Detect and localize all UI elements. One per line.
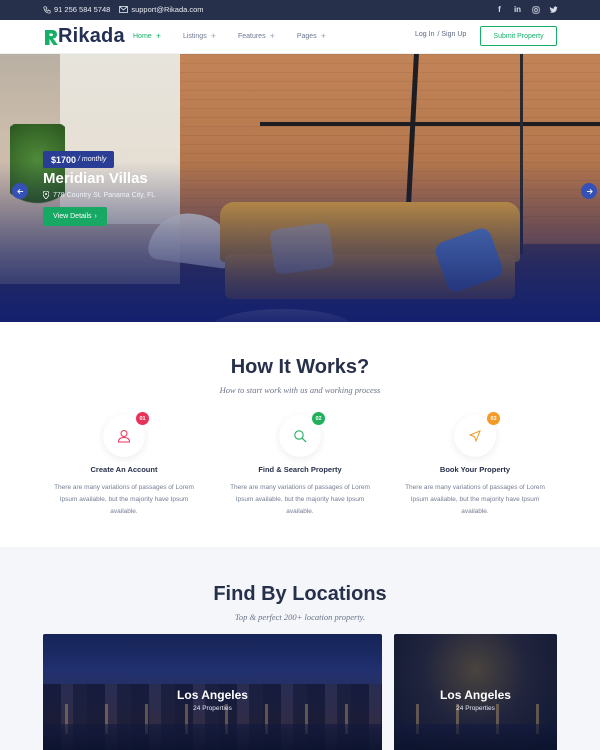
email-contact[interactable]: support@Rikada.com: [119, 5, 204, 14]
location-name: Los Angeles: [177, 688, 248, 702]
address-text: 778 Country St. Panama City, FL: [53, 191, 156, 199]
phone-contact[interactable]: 91 256 584 5748: [43, 5, 110, 14]
step-title: Book Your Property: [439, 465, 511, 474]
email-address: support@Rikada.com: [131, 5, 204, 14]
plus-icon: +: [155, 31, 161, 41]
step-book-property: 03 Book Your Property There are many var…: [390, 412, 560, 518]
plus-icon: +: [210, 31, 216, 41]
property-address: 778 Country St. Panama City, FL: [43, 191, 155, 199]
mail-icon: [119, 6, 129, 13]
step-find-search: 02 Find & Search Property There are many…: [215, 412, 385, 518]
slider-prev-button[interactable]: [12, 183, 28, 199]
nav-label: Listings: [182, 32, 207, 40]
nav-item-home[interactable]: Home +: [133, 31, 161, 41]
nav-label: Pages: [296, 32, 317, 40]
instagram-icon[interactable]: [531, 4, 540, 15]
step-description: There are many variations of passages of…: [54, 484, 194, 515]
step-description: There are many variations of passages of…: [405, 484, 545, 515]
price-value: $1700: [51, 154, 77, 165]
location-count: 24 Properties: [456, 705, 495, 712]
nav-item-listings[interactable]: Listings +: [183, 31, 216, 41]
step-create-account: 01 Create An Account There are many vari…: [39, 412, 209, 518]
auth-links: Log In / Sign Up: [415, 31, 466, 38]
price-period: / monthly: [78, 156, 107, 163]
cursor-icon: [469, 430, 481, 442]
hero-overlay: [0, 54, 600, 322]
logo-mark-icon: [45, 29, 58, 45]
location-name: Los Angeles: [440, 688, 511, 702]
step-icon-circle: 01: [103, 412, 149, 457]
how-it-works-section: How It Works? How to start work with us …: [0, 322, 600, 547]
how-title: How It Works?: [230, 356, 370, 378]
logo-text: Rikada: [58, 25, 125, 47]
nav-item-features[interactable]: Features +: [238, 31, 275, 41]
step-description: There are many variations of passages of…: [230, 484, 370, 515]
site-logo[interactable]: Rikada: [43, 25, 125, 48]
social-links: f in: [495, 4, 558, 15]
linkedin-icon[interactable]: in: [513, 4, 522, 15]
login-link[interactable]: Log In: [415, 31, 434, 38]
twitter-icon[interactable]: [549, 4, 558, 15]
main-nav: Home + Listings + Features + Pages +: [133, 31, 326, 41]
location-pin-icon: [43, 191, 49, 199]
locations-section: Find By Locations Top & perfect 200+ loc…: [0, 547, 600, 750]
how-subtitle: How to start work with us and working pr…: [219, 385, 381, 395]
signup-link[interactable]: / Sign Up: [437, 31, 466, 38]
user-icon: [117, 430, 131, 443]
chevron-right-icon: ›: [94, 213, 97, 220]
arrow-right-icon: [586, 188, 593, 194]
nav-item-pages[interactable]: Pages +: [297, 31, 326, 41]
phone-icon: [43, 5, 51, 14]
slider-next-button[interactable]: [581, 183, 597, 199]
step-number-badge: 03: [487, 412, 500, 425]
step-number-badge: 01: [136, 412, 149, 425]
main-header: Rikada Home + Listings + Features + Pages + …: [0, 20, 600, 54]
step-title: Create An Account: [90, 465, 158, 474]
phone-number: 91 256 584 5748: [54, 5, 111, 14]
top-bar: 91 256 584 5748 support@Rikada.com f in: [0, 0, 600, 20]
view-details-label: View Details: [53, 213, 92, 220]
locations-subtitle: Top & perfect 200+ location property.: [234, 612, 366, 622]
arrow-left-icon: [16, 188, 23, 194]
property-title: Meridian Villas: [43, 170, 148, 187]
step-icon-circle: 02: [279, 412, 325, 457]
location-count: 24 Properties: [193, 705, 232, 712]
plus-icon: +: [269, 31, 275, 41]
hero-slider: $1700 / monthly Meridian Villas 778 Coun…: [0, 54, 600, 322]
locations-title: Find By Locations: [213, 583, 387, 605]
location-card[interactable]: Los Angeles 24 Properties: [43, 634, 382, 750]
search-icon: [294, 430, 307, 443]
contact-info: 91 256 584 5748 support@Rikada.com: [43, 5, 204, 14]
plus-icon: +: [320, 31, 326, 41]
location-card[interactable]: Los Angeles 24 Properties: [394, 634, 557, 750]
nav-label: Features: [237, 32, 266, 40]
submit-property-button[interactable]: Submit Property: [480, 26, 557, 46]
facebook-icon[interactable]: f: [495, 4, 504, 15]
nav-label: Home: [133, 32, 152, 40]
view-details-button[interactable]: View Details ›: [43, 207, 107, 226]
step-number-badge: 02: [312, 412, 325, 425]
step-title: Find & Search Property: [258, 465, 342, 474]
step-icon-circle: 03: [454, 412, 500, 457]
price-tag: $1700 / monthly: [43, 151, 115, 168]
